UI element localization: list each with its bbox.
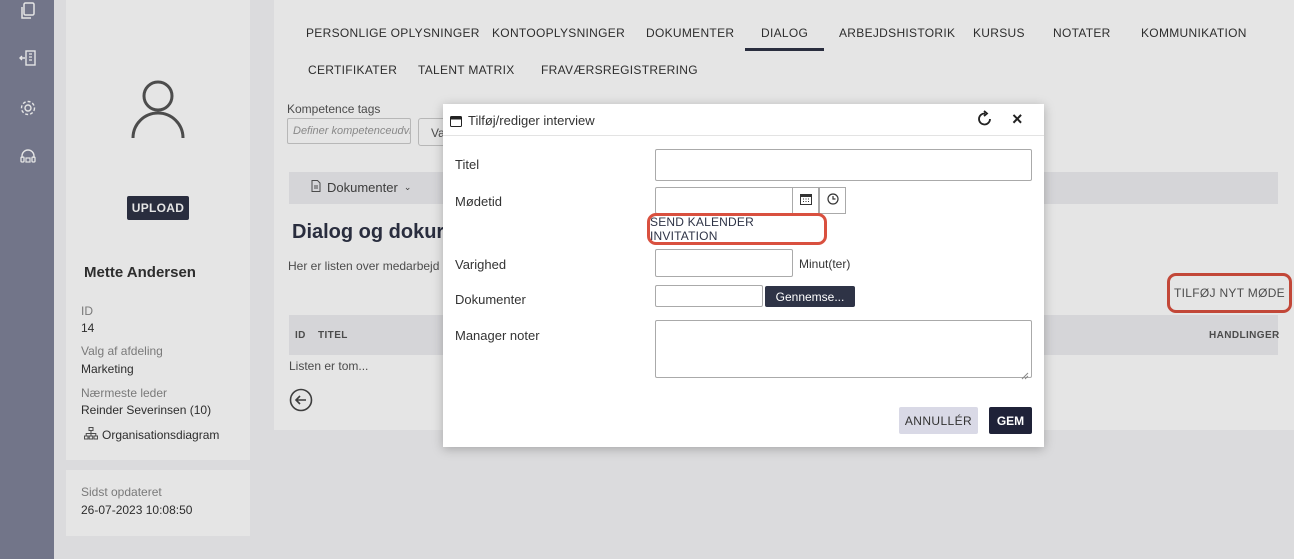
save-button[interactable]: GEM bbox=[989, 407, 1032, 434]
modal-header: Tilføj/rediger interview × bbox=[443, 104, 1044, 136]
calendar-icon bbox=[799, 192, 812, 210]
title-input[interactable] bbox=[655, 149, 1032, 181]
meeting-time-label: Mødetid bbox=[455, 194, 502, 209]
time-picker-button[interactable] bbox=[819, 187, 846, 214]
duration-unit: Minut(ter) bbox=[799, 257, 851, 271]
manager-notes-label: Manager noter bbox=[455, 328, 540, 343]
interview-modal: Tilføj/rediger interview × Titel Mødetid… bbox=[443, 104, 1044, 447]
duration-input[interactable] bbox=[655, 249, 793, 277]
send-calendar-invitation-button[interactable]: SEND KALENDER INVITATION bbox=[647, 213, 827, 245]
duration-label: Varighed bbox=[455, 257, 507, 272]
title-label: Titel bbox=[455, 157, 480, 172]
resize-handle-icon[interactable] bbox=[1021, 367, 1029, 380]
meeting-time-input[interactable] bbox=[655, 187, 794, 214]
documents-label: Dokumenter bbox=[455, 292, 526, 307]
cancel-button[interactable]: ANNULLÉR bbox=[899, 407, 978, 434]
calendar-picker-button[interactable] bbox=[792, 187, 819, 214]
modal-title: Tilføj/rediger interview bbox=[468, 113, 595, 128]
close-icon[interactable]: × bbox=[1012, 110, 1023, 128]
window-icon bbox=[450, 114, 462, 127]
clock-icon bbox=[826, 192, 839, 210]
manager-notes-textarea[interactable] bbox=[655, 320, 1032, 380]
file-path-input[interactable] bbox=[655, 285, 763, 307]
browse-button[interactable]: Gennemse... bbox=[765, 286, 855, 307]
refresh-icon[interactable] bbox=[976, 110, 994, 128]
